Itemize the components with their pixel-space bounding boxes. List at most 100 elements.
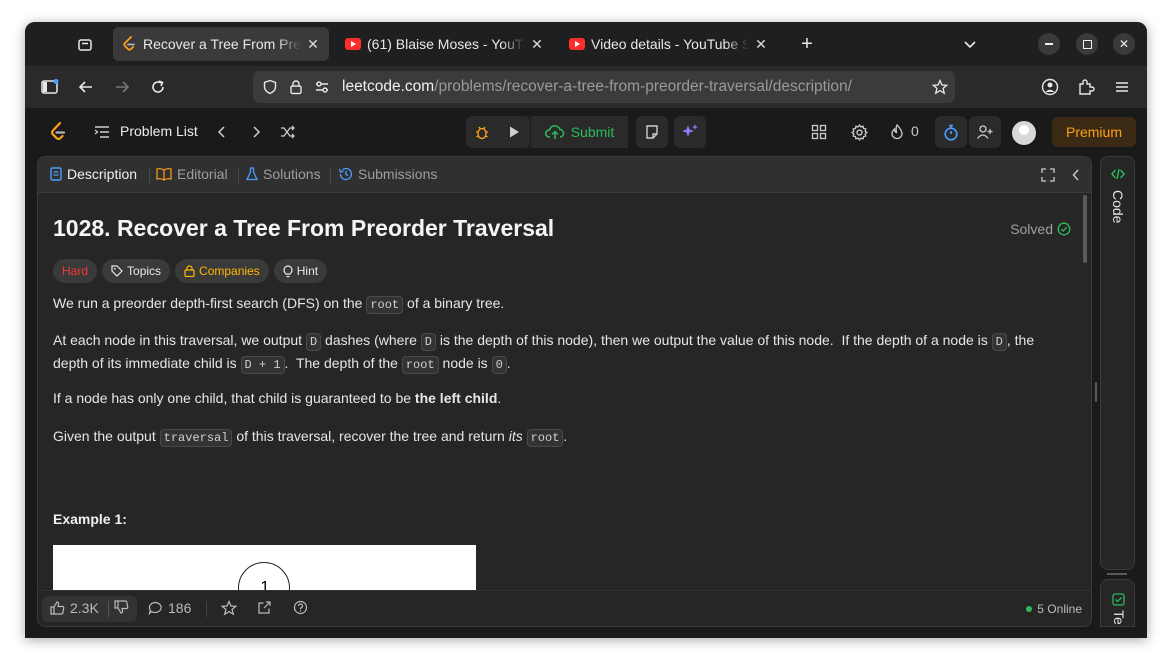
bookmark-star-icon[interactable]: [929, 76, 951, 98]
history-icon: [338, 167, 353, 181]
comment-icon: [148, 601, 162, 615]
invite-collaborator-button[interactable]: [969, 116, 1001, 148]
like-count: 2.3K: [70, 600, 99, 616]
avatar[interactable]: [1012, 121, 1036, 145]
text: . The depth of the: [284, 355, 402, 371]
close-window-button[interactable]: ✕: [1113, 33, 1135, 55]
share-button[interactable]: [257, 600, 272, 615]
panel-resize-handle[interactable]: [1095, 382, 1097, 402]
share-icon: [258, 601, 271, 614]
footer-divider: [206, 601, 207, 617]
online-label: 5 Online: [1037, 602, 1082, 616]
tab-overview-icon: [78, 39, 92, 51]
prev-problem-button[interactable]: [213, 123, 231, 141]
browser-tab-leetcode[interactable]: Recover a Tree From Preorder Traversal ✕: [113, 27, 329, 61]
text: .: [506, 355, 511, 371]
close-icon: ✕: [1118, 37, 1130, 51]
collapse-panel-button[interactable]: [1068, 167, 1084, 183]
minimize-button[interactable]: [1038, 33, 1060, 55]
tab-description[interactable]: Description: [50, 166, 137, 182]
lock-icon[interactable]: [285, 76, 307, 98]
permissions-icon[interactable]: [311, 76, 333, 98]
dislike-button[interactable]: [114, 600, 129, 614]
back-button[interactable]: [75, 76, 97, 98]
panel-footer: 2.3K 186 5 Online: [38, 590, 1091, 626]
ai-assist-button[interactable]: [674, 116, 706, 148]
settings-button[interactable]: [849, 122, 869, 142]
maximize-icon: [1082, 39, 1092, 49]
tab-solutions[interactable]: Solutions: [246, 166, 321, 182]
comments-button[interactable]: 186: [148, 600, 191, 616]
shield-icon[interactable]: [259, 76, 281, 98]
run-button[interactable]: [504, 122, 524, 142]
problem-list-icon[interactable]: [93, 123, 111, 141]
panel-tabs: Description Editorial Solutions Submissi…: [38, 157, 1091, 193]
streak-count: 0: [911, 123, 919, 139]
tab-divider: [330, 169, 331, 183]
italic-text: its: [508, 428, 523, 444]
lightbulb-icon: [283, 264, 293, 277]
text: Given the output: [53, 428, 160, 444]
submit-button[interactable]: Submit: [531, 116, 628, 148]
url-text[interactable]: leetcode.com/problems/recover-a-tree-fro…: [342, 78, 852, 96]
list-all-tabs-button[interactable]: [960, 34, 980, 54]
close-tab-icon[interactable]: ✕: [529, 36, 545, 52]
hint-tag[interactable]: Hint: [273, 259, 328, 283]
leetcode-icon: [121, 36, 137, 52]
debug-button[interactable]: [472, 122, 492, 142]
browser-tab-youtube[interactable]: (61) Blaise Moses - YouTube ✕: [337, 27, 553, 61]
paragraph-1: We run a preorder depth-first search (DF…: [53, 293, 1073, 316]
close-tab-icon[interactable]: ✕: [753, 36, 769, 52]
stopwatch-icon: [944, 124, 958, 141]
side-resize-handle[interactable]: [1107, 573, 1127, 575]
premium-button[interactable]: Premium: [1052, 117, 1136, 147]
leetcode-logo-icon[interactable]: [47, 121, 69, 143]
code-panel-label[interactable]: Code: [1110, 190, 1126, 223]
tab-submissions[interactable]: Submissions: [338, 166, 437, 182]
navigation-bar: leetcode.com/problems/recover-a-tree-fro…: [25, 66, 1147, 108]
notes-button[interactable]: [636, 116, 668, 148]
streak-button[interactable]: [887, 122, 907, 142]
chevron-down-icon: [964, 41, 976, 49]
new-tab-button[interactable]: +: [795, 32, 819, 56]
tag-icon: [111, 265, 123, 277]
inline-code: 0: [491, 356, 507, 374]
inline-code: D: [991, 333, 1007, 351]
page-title: 1028. Recover a Tree From Preorder Trave…: [53, 215, 555, 241]
paragraph-2: At each node in this traversal, we outpu…: [53, 330, 1073, 376]
layout-button[interactable]: [809, 122, 829, 142]
app-menu-button[interactable]: [1111, 76, 1133, 98]
companies-tag[interactable]: Companies: [175, 259, 269, 283]
extensions-button[interactable]: [1075, 76, 1097, 98]
hamburger-icon: [1116, 82, 1128, 92]
lock-icon: [184, 265, 195, 277]
tab-editorial[interactable]: Editorial: [156, 166, 228, 182]
address-bar[interactable]: leetcode.com/problems/recover-a-tree-fro…: [253, 71, 955, 103]
tab-overview-button[interactable]: [71, 32, 99, 58]
random-problem-button[interactable]: [279, 123, 297, 141]
favorite-button[interactable]: [221, 600, 237, 616]
topics-tag[interactable]: Topics: [102, 259, 171, 283]
like-button[interactable]: 2.3K: [50, 600, 99, 616]
text: At each node in this traversal, we outpu…: [53, 332, 306, 348]
scrollbar[interactable]: [1083, 195, 1087, 263]
maximize-button[interactable]: [1076, 33, 1098, 55]
paragraph-4: Given the output traversal of this trave…: [53, 426, 1073, 449]
timer-button[interactable]: [935, 116, 967, 148]
help-button[interactable]: [293, 600, 308, 615]
puzzle-icon: [1079, 79, 1095, 95]
browser-tab-youtube-studio[interactable]: Video details - YouTube Studio ✕: [561, 27, 777, 61]
forward-button[interactable]: [111, 76, 133, 98]
thumbs-down-icon: [114, 600, 129, 614]
question-icon: [293, 600, 308, 615]
account-button[interactable]: [1039, 76, 1061, 98]
text: We run a preorder depth-first search (DF…: [53, 295, 367, 311]
problem-list-link[interactable]: Problem List: [120, 123, 198, 139]
close-tab-icon[interactable]: ✕: [305, 36, 321, 52]
next-problem-button[interactable]: [247, 123, 265, 141]
reload-button[interactable]: [147, 76, 169, 98]
testcase-panel-label[interactable]: Te: [1111, 610, 1127, 625]
flask-icon: [246, 167, 258, 181]
fullscreen-button[interactable]: [1040, 167, 1056, 183]
sidebar-toggle-button[interactable]: [39, 76, 61, 98]
